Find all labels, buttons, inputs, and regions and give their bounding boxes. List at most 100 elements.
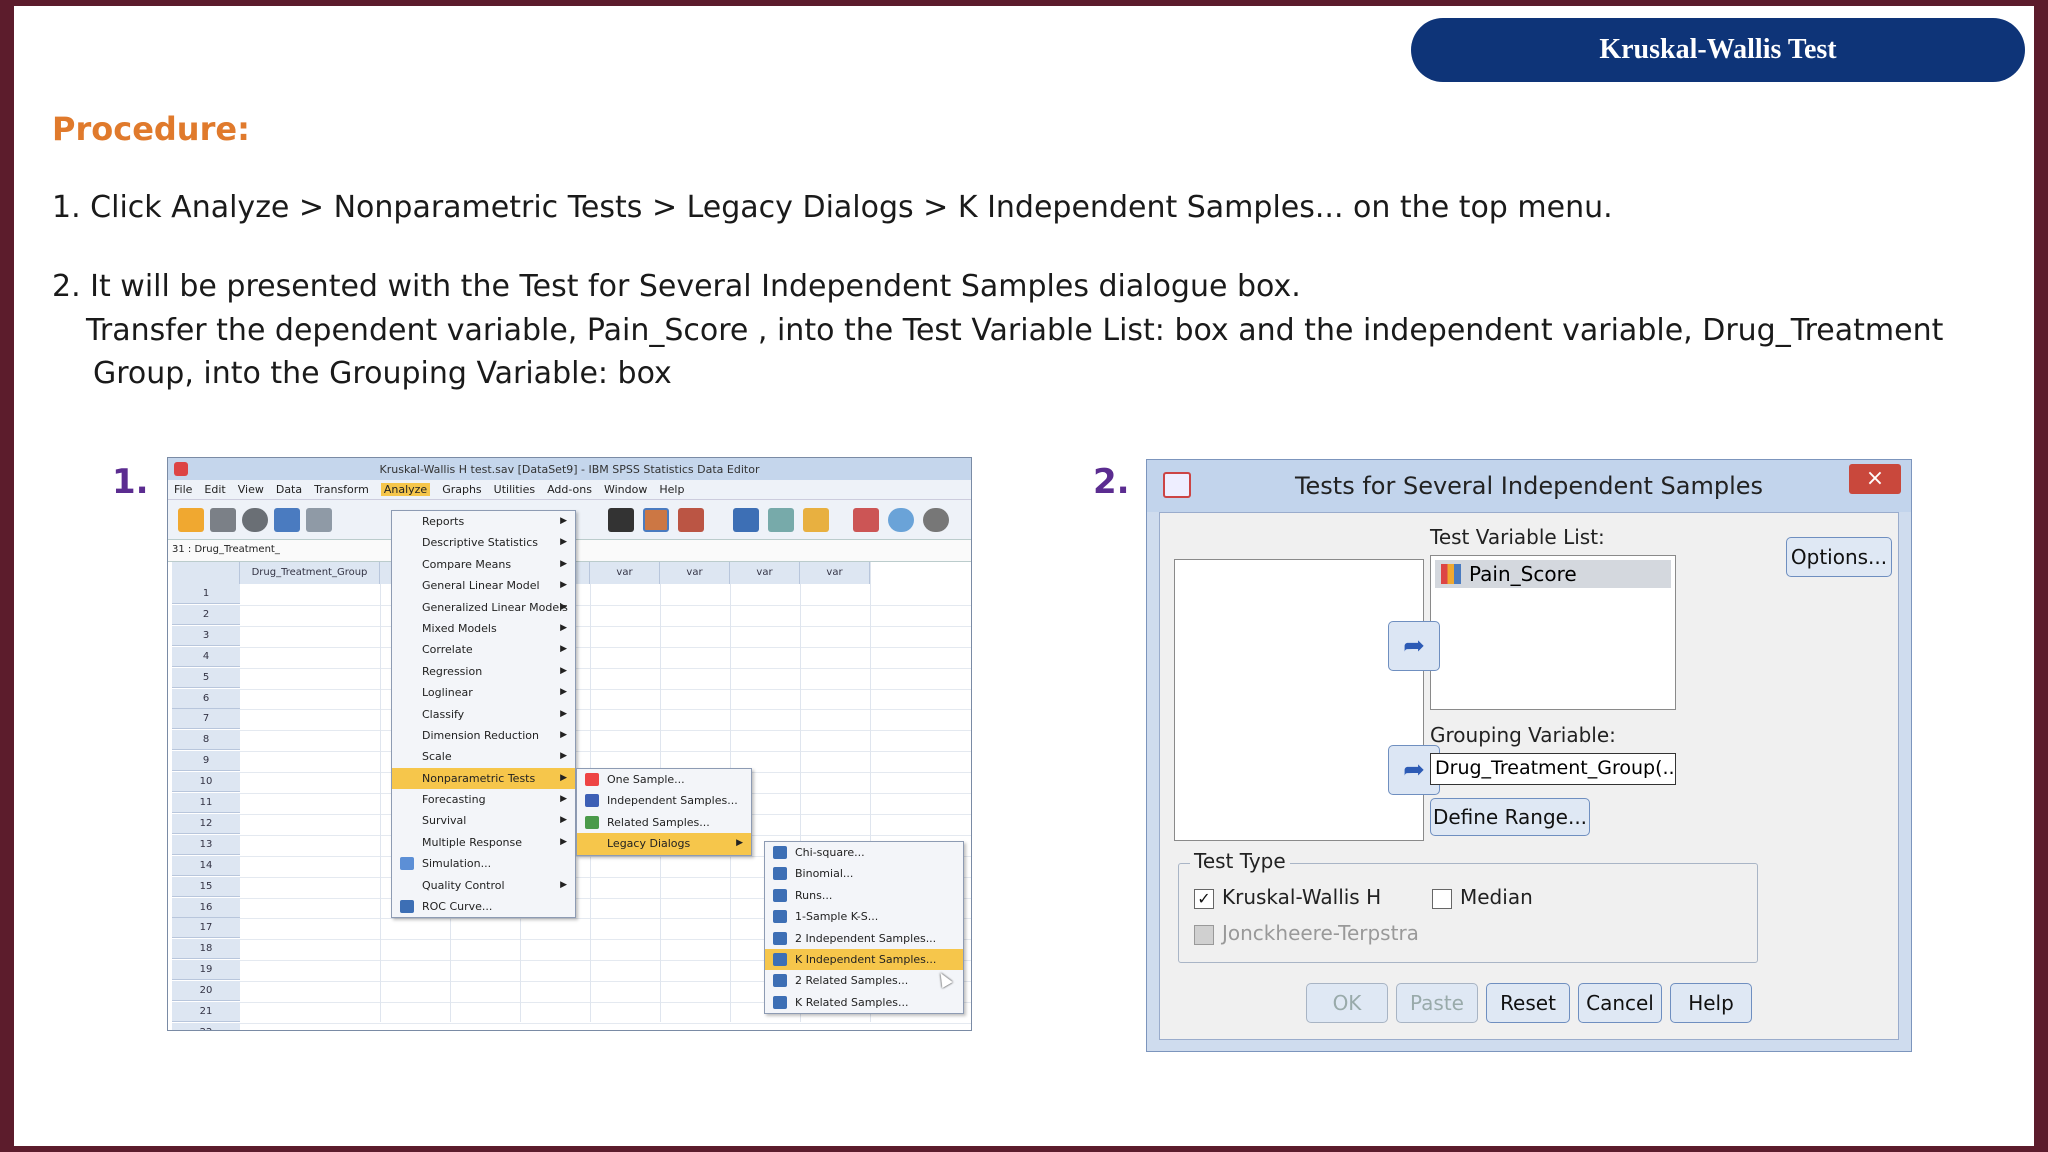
row-header[interactable]: 1 xyxy=(172,584,240,604)
menu-item-k-independent-samples[interactable]: K Independent Samples... xyxy=(765,948,963,971)
menu-item-nonparametric-tests[interactable]: Nonparametric Tests ▶ xyxy=(392,767,575,790)
menu-item-compare-means[interactable]: Compare Means ▶ xyxy=(392,554,575,575)
menu-item-loglinear[interactable]: Loglinear ▶ xyxy=(392,682,575,703)
insert-cases-icon[interactable] xyxy=(643,508,669,532)
split-file-icon[interactable] xyxy=(733,508,759,532)
menu-item-independent-samples[interactable]: Independent Samples... xyxy=(577,790,751,811)
menu-item-dimension-reduction[interactable]: Dimension Reduction ▶ xyxy=(392,725,575,746)
column-header-var[interactable]: var xyxy=(590,562,660,584)
row-header[interactable]: 17 xyxy=(172,918,240,939)
select-cases-icon[interactable] xyxy=(803,508,829,532)
row-header[interactable]: 10 xyxy=(172,772,240,793)
menu-analyze[interactable]: Analyze xyxy=(380,483,431,496)
menu-item-one-sample[interactable]: One Sample... xyxy=(577,769,751,790)
menu-item-multiple-response[interactable]: Multiple Response ▶ xyxy=(392,832,575,853)
menu-item-descriptive-statistics[interactable]: Descriptive Statistics ▶ xyxy=(392,532,575,553)
menu-item-correlate[interactable]: Correlate ▶ xyxy=(392,639,575,660)
row-header[interactable]: 18 xyxy=(172,939,240,960)
column-header-var[interactable]: var xyxy=(730,562,800,584)
print-icon[interactable] xyxy=(242,508,268,532)
menu-item-runs[interactable]: Runs... xyxy=(765,885,963,906)
show-all-variables-icon[interactable] xyxy=(923,508,949,532)
column-header-var[interactable]: var xyxy=(800,562,870,584)
menu-data[interactable]: Data xyxy=(276,483,302,496)
menu-item-reports[interactable]: Reports ▶ xyxy=(392,511,575,532)
menu-item-simulation[interactable]: Simulation... xyxy=(392,853,575,874)
undo-icon[interactable] xyxy=(306,508,332,532)
row-header[interactable]: 5 xyxy=(172,667,240,688)
row-header[interactable]: 15 xyxy=(172,876,240,897)
source-variable-list[interactable] xyxy=(1174,559,1424,841)
jonckheere-terpstra-checkbox[interactable] xyxy=(1194,925,1214,945)
menu-item-general-linear-model[interactable]: General Linear Model ▶ xyxy=(392,575,575,596)
weight-cases-icon[interactable] xyxy=(768,508,794,532)
column-header-drug-treatment-group[interactable]: Drug_Treatment_Group xyxy=(240,562,380,584)
define-range-button[interactable]: Define Range... xyxy=(1430,798,1590,836)
grouping-variable-field[interactable]: Drug_Treatment_Group(... xyxy=(1430,753,1676,785)
submenu-arrow-icon: ▶ xyxy=(560,879,567,890)
kruskal-wallis-checkbox[interactable]: ✓ xyxy=(1194,889,1214,909)
menu-item-scale[interactable]: Scale ▶ xyxy=(392,746,575,767)
menu-item-k-related-samples[interactable]: K Related Samples... xyxy=(765,992,963,1013)
row-header[interactable]: 12 xyxy=(172,813,240,834)
row-header[interactable]: 11 xyxy=(172,793,240,813)
test-variable-list-box[interactable]: Pain_Score xyxy=(1430,555,1676,710)
row-header[interactable]: 8 xyxy=(172,730,240,751)
help-button[interactable]: Help xyxy=(1670,983,1752,1023)
insert-variable-icon[interactable] xyxy=(678,508,704,532)
value-labels-icon[interactable] xyxy=(853,508,879,532)
menu-window[interactable]: Window xyxy=(604,483,647,496)
row-header[interactable]: 16 xyxy=(172,897,240,918)
reset-button[interactable]: Reset xyxy=(1486,983,1570,1023)
row-header[interactable]: 21 xyxy=(172,1002,240,1022)
menu-item-related-samples[interactable]: Related Samples... xyxy=(577,812,751,833)
menu-item-regression[interactable]: Regression ▶ xyxy=(392,661,575,682)
row-header[interactable]: 19 xyxy=(172,960,240,981)
menu-transform[interactable]: Transform xyxy=(314,483,369,496)
ok-button[interactable]: OK xyxy=(1306,983,1388,1023)
test-variable-item[interactable]: Pain_Score xyxy=(1435,560,1671,588)
row-header[interactable]: 20 xyxy=(172,981,240,1002)
row-header[interactable]: 13 xyxy=(172,834,240,855)
row-header[interactable]: 2 xyxy=(172,604,240,625)
close-button[interactable]: × xyxy=(1849,464,1901,494)
menu-add-ons[interactable]: Add-ons xyxy=(547,483,592,496)
menu-help[interactable]: Help xyxy=(659,483,684,496)
menu-item-roc-curve[interactable]: ROC Curve... xyxy=(392,896,575,917)
menu-item-binomial[interactable]: Binomial... xyxy=(765,863,963,884)
menu-item-survival[interactable]: Survival ▶ xyxy=(392,810,575,831)
row-header[interactable]: 22 xyxy=(172,1022,240,1030)
menu-item-quality-control[interactable]: Quality Control ▶ xyxy=(392,875,575,896)
menu-item-mixed-models[interactable]: Mixed Models ▶ xyxy=(392,618,575,639)
menu-item-classify[interactable]: Classify ▶ xyxy=(392,704,575,725)
menu-item-chi-square[interactable]: Chi-square... xyxy=(765,842,963,863)
menu-item-1-sample-k-s[interactable]: 1-Sample K-S... xyxy=(765,906,963,927)
row-header[interactable]: 6 xyxy=(172,688,240,709)
menu-utilities[interactable]: Utilities xyxy=(494,483,535,496)
save-icon[interactable] xyxy=(210,508,236,532)
menu-item-forecasting[interactable]: Forecasting ▶ xyxy=(392,789,575,810)
menu-view[interactable]: View xyxy=(238,483,264,496)
options-button[interactable]: Options... xyxy=(1786,537,1892,577)
menu-graphs[interactable]: Graphs xyxy=(442,483,481,496)
menu-item-generalized-linear-models[interactable]: Generalized Linear Models ▶ xyxy=(392,597,575,618)
open-folder-icon[interactable] xyxy=(178,508,204,532)
column-header-var[interactable]: var xyxy=(660,562,730,584)
menu-edit[interactable]: Edit xyxy=(204,483,225,496)
row-header[interactable]: 14 xyxy=(172,855,240,876)
menu-item-2-related-samples[interactable]: 2 Related Samples... xyxy=(765,970,963,991)
row-header[interactable]: 4 xyxy=(172,646,240,667)
menu-file[interactable]: File xyxy=(174,483,192,496)
row-header[interactable]: 3 xyxy=(172,625,240,646)
menu-item-2-independent-samples[interactable]: 2 Independent Samples... xyxy=(765,928,963,949)
median-checkbox[interactable] xyxy=(1432,889,1452,909)
move-to-test-list-arrow-icon[interactable]: ➦ xyxy=(1388,621,1440,671)
dialog-recall-icon[interactable] xyxy=(274,508,300,532)
find-binoculars-icon[interactable] xyxy=(608,508,634,532)
row-header[interactable]: 9 xyxy=(172,751,240,772)
paste-button[interactable]: Paste xyxy=(1396,983,1478,1023)
use-sets-icon[interactable] xyxy=(888,508,914,532)
cancel-button[interactable]: Cancel xyxy=(1578,983,1662,1023)
row-header[interactable]: 7 xyxy=(172,709,240,730)
menu-item-legacy-dialogs[interactable]: Legacy Dialogs ▶ xyxy=(577,833,751,855)
